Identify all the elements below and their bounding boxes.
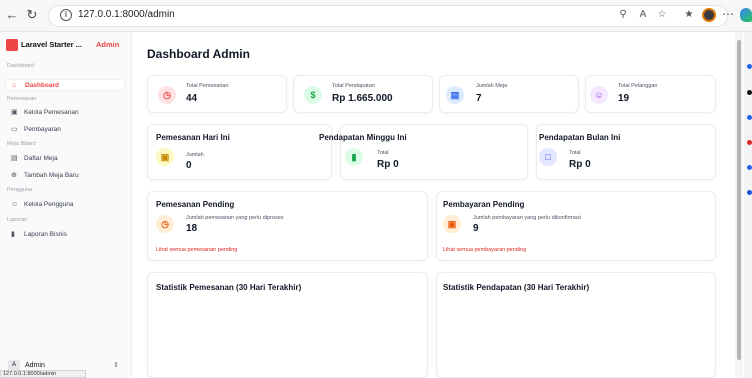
card-title: Statistik Pemesanan (30 Hari Terakhir): [156, 283, 302, 292]
sidebar-item-kelola-pemesanan[interactable]: ▣ Kelola Pemesanan: [5, 107, 125, 119]
calendar-icon: ▣: [156, 148, 174, 166]
edge-sidebar: [744, 32, 752, 378]
profile-avatar[interactable]: [702, 8, 716, 22]
chart-icon: ▮: [345, 148, 363, 166]
stat-value: Rp 0: [569, 159, 591, 170]
stat-label: Total Pelanggan: [618, 83, 658, 89]
more-options-icon[interactable]: ⋯: [722, 7, 734, 21]
home-icon: ⌂: [12, 82, 17, 89]
laravel-logo-icon: [6, 39, 18, 51]
stat-label: Jumlah: [186, 152, 204, 158]
stat-label: Jumlah pembayaran yang perlu dikonfirmas…: [473, 215, 581, 221]
sidebar-item-dashboard[interactable]: ⌂ Dashboard: [5, 79, 125, 91]
clock-icon: ◷: [156, 215, 174, 233]
table-icon: ▤: [446, 86, 464, 104]
sidebar-item-label: Tambah Meja Baru: [24, 172, 79, 179]
sidebar-item-label: Daftar Meja: [24, 155, 58, 162]
plus-circle-icon: ⊕: [11, 172, 17, 179]
stat-card-jumlah-meja: ▤ Jumlah Meja 7: [439, 75, 579, 113]
favorites-bar-icon[interactable]: ★: [682, 9, 696, 20]
stat-card-total-pemesanan: ◷ Total Pemesanan 44: [147, 75, 287, 113]
edge-app-icon[interactable]: [747, 165, 752, 170]
card-pemesanan-hari-ini: Pemesanan Hari Ini ▣ Jumlah 0: [147, 124, 332, 180]
sidebar-item-label: Dashboard: [25, 82, 59, 89]
site-info-icon[interactable]: i: [60, 9, 72, 21]
stat-value: 0: [186, 160, 192, 171]
card-statistik-pendapatan: Statistik Pendapatan (30 Hari Terakhir): [436, 272, 716, 378]
stat-label: Total: [377, 150, 389, 156]
clock-icon: ◷: [158, 86, 176, 104]
card-pembayaran-pending: Pembayaran Pending ▣ Jumlah pembayaran y…: [436, 191, 716, 261]
brand-name[interactable]: Laravel Starter ...: [21, 40, 82, 49]
credit-card-icon: ▭: [11, 126, 18, 133]
document-icon: □: [539, 148, 557, 166]
sidebar-item-daftar-meja[interactable]: ▤ Daftar Meja: [5, 153, 125, 165]
stat-value: 44: [186, 93, 198, 104]
stat-label: Total Pendapatan: [332, 83, 375, 89]
card-title: Pemesanan Hari Ini: [156, 133, 230, 142]
view-pending-orders-link[interactable]: Lihat semua pemesanan pending: [156, 247, 237, 253]
stat-value: 18: [186, 223, 198, 234]
stat-label: Jumlah Meja: [476, 83, 508, 89]
brand-tag: Admin: [96, 40, 120, 49]
card-statistik-pemesanan: Statistik Pemesanan (30 Hari Terakhir): [147, 272, 428, 378]
edge-app-icon[interactable]: [747, 64, 752, 69]
back-arrow-icon[interactable]: ←: [5, 8, 19, 22]
reload-icon[interactable]: ↻: [25, 8, 39, 22]
card-title: Pendapatan Minggu Ini: [319, 133, 407, 142]
edge-app-icon[interactable]: [747, 90, 752, 95]
address-bar-url[interactable]: 127.0.0.1:8000/admin: [78, 9, 175, 20]
card-title: Statistik Pendapatan (30 Hari Terakhir): [443, 283, 590, 292]
users-icon: ☺: [590, 86, 608, 104]
edge-app-icon[interactable]: [747, 190, 752, 195]
section-label-pengguna: Pengguna: [7, 187, 33, 193]
favorite-star-icon[interactable]: ☆: [655, 9, 669, 20]
chevron-updown-icon: ⇕: [113, 362, 119, 369]
table-icon: ▤: [11, 155, 18, 162]
card-title: Pembayaran Pending: [443, 200, 525, 209]
page-title: Dashboard Admin: [147, 47, 250, 61]
scrollbar-thumb[interactable]: [737, 40, 741, 360]
read-aloud-icon[interactable]: A: [636, 9, 650, 20]
zoom-icon[interactable]: ⚲: [616, 9, 630, 20]
status-bar-url: 127.0.0.1:8000/admin: [0, 370, 86, 378]
sidebar-item-kelola-pengguna[interactable]: ☺ Kelola Pengguna: [5, 199, 125, 211]
card-pendapatan-bulan-ini: Pendapatan Bulan Ini □ Total Rp 0: [536, 124, 716, 180]
card-pemesanan-pending: Pemesanan Pending ◷ Jumlah pemesanan yan…: [147, 191, 428, 261]
stat-value: 9: [473, 223, 479, 234]
sidebar-item-laporan-bisnis[interactable]: ▮ Laporan Bisnis: [5, 229, 125, 241]
stat-value: Rp 0: [377, 159, 399, 170]
card-title: Pemesanan Pending: [156, 200, 235, 209]
stat-value: Rp 1.665.000: [332, 93, 393, 104]
section-label-laporan: Laporan: [7, 217, 28, 223]
stat-label: Total Pemesanan: [186, 83, 229, 89]
bar-chart-icon: ▮: [11, 231, 15, 238]
card-title: Pendapatan Bulan Ini: [539, 133, 621, 142]
copilot-icon[interactable]: [740, 8, 752, 22]
section-label-meja: Meja Biliard: [7, 141, 36, 147]
card-icon: ▣: [443, 215, 461, 233]
dollar-icon: $: [304, 86, 322, 104]
card-pendapatan-minggu-ini: Pendapatan Minggu Ini ▮ Total Rp 0: [319, 124, 528, 180]
sidebar-item-label: Laporan Bisnis: [24, 231, 67, 238]
section-label-dashboard: Dashboard: [7, 63, 34, 69]
sidebar-item-label: Kelola Pemesanan: [24, 109, 79, 116]
edge-app-icon[interactable]: [747, 115, 752, 120]
stat-label: Total: [569, 150, 581, 156]
sidebar-item-label: Kelola Pengguna: [24, 201, 74, 208]
calendar-icon: ▣: [11, 109, 18, 116]
edge-app-icon[interactable]: [747, 140, 752, 145]
stat-value: 19: [618, 93, 630, 104]
sidebar-item-label: Pembayaran: [24, 126, 61, 133]
section-label-pemesanan: Pemesanan: [7, 96, 37, 102]
view-pending-payments-link[interactable]: Lihat semua pembayaran pending: [443, 247, 526, 253]
users-icon: ☺: [11, 201, 19, 208]
sidebar-item-pembayaran[interactable]: ▭ Pembayaran: [5, 124, 125, 136]
user-name: Admin: [25, 362, 45, 369]
stat-card-total-pelanggan: ☺ Total Pelanggan 19: [585, 75, 716, 113]
stat-card-total-pendapatan: $ Total Pendapatan Rp 1.665.000: [293, 75, 433, 113]
stat-label: Jumlah pemesanan yang perlu diproses: [186, 215, 284, 221]
sidebar-item-tambah-meja[interactable]: ⊕ Tambah Meja Baru: [5, 170, 125, 182]
stat-value: 7: [476, 93, 482, 104]
